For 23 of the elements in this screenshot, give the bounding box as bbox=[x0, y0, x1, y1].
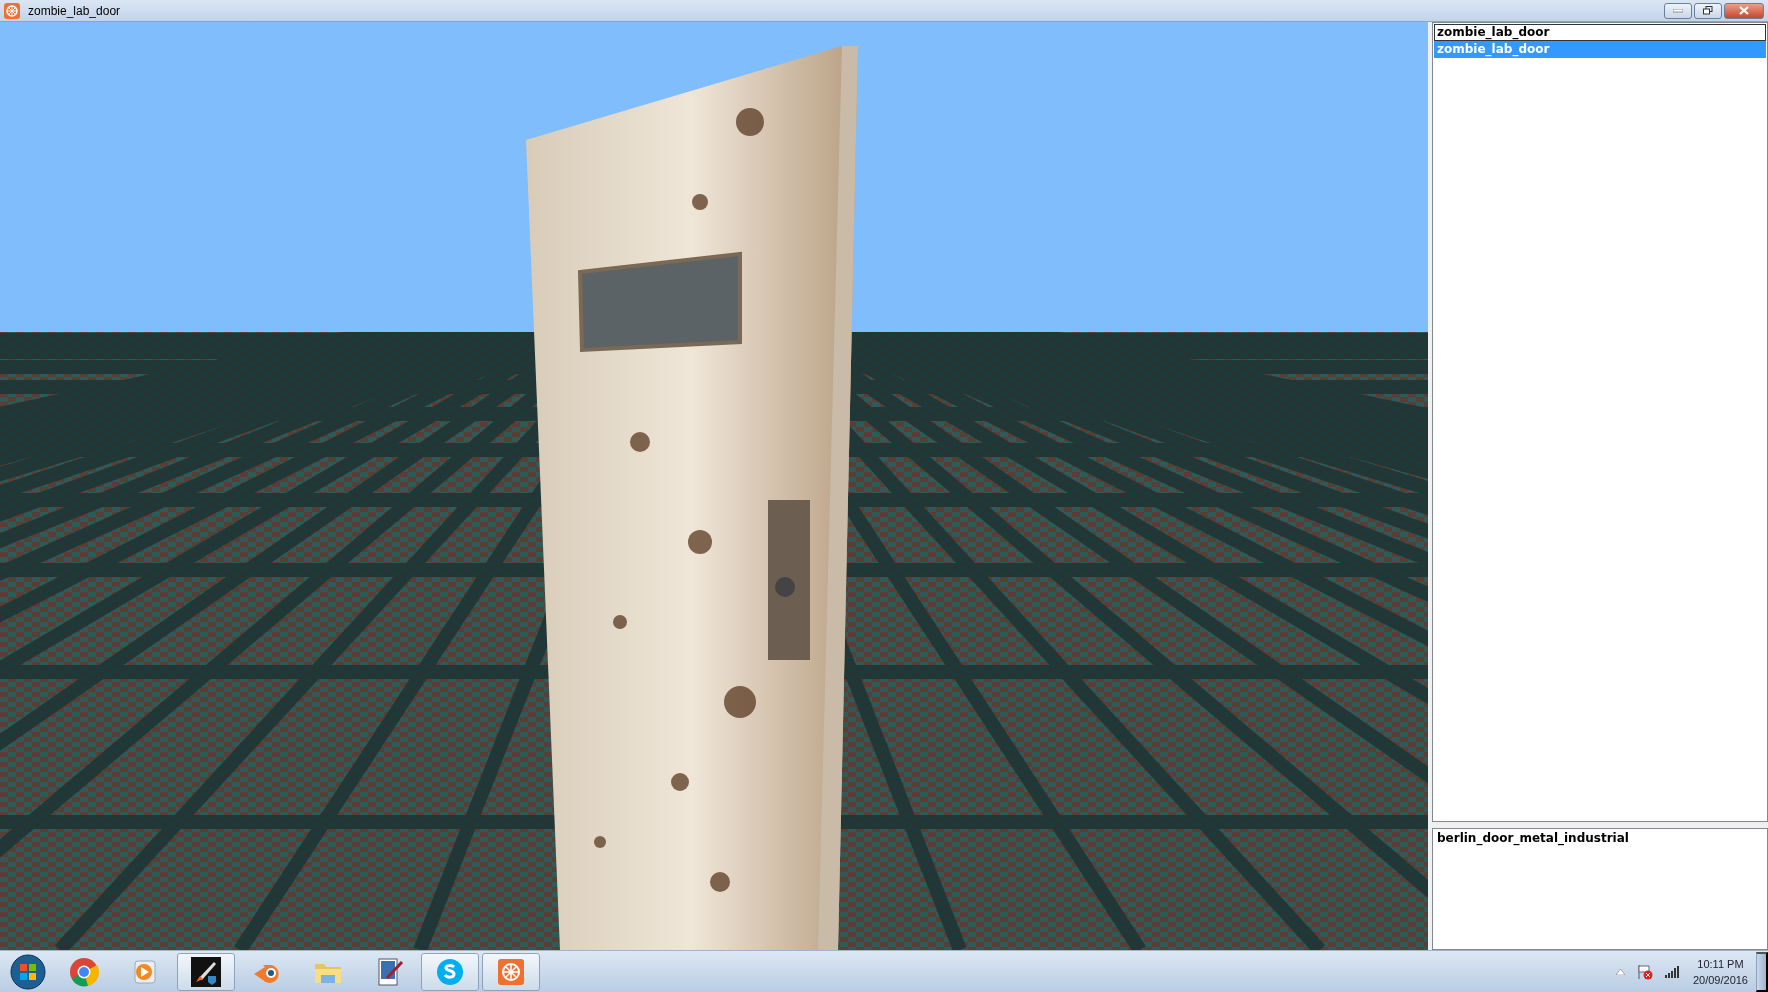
app-icon bbox=[4, 2, 20, 19]
ring-icon bbox=[68, 955, 100, 988]
3d-viewport[interactable] bbox=[0, 22, 1428, 950]
list-item[interactable]: berlin_door_metal_industrial bbox=[1434, 830, 1766, 847]
rocket-icon bbox=[190, 955, 222, 988]
taskbar-button[interactable] bbox=[177, 952, 235, 991]
signal-icon[interactable] bbox=[1664, 965, 1681, 978]
object-list[interactable]: zombie_lab_door zombie_lab_door bbox=[1432, 22, 1768, 822]
flag-icon[interactable] bbox=[1636, 963, 1653, 980]
clock-time: 10:11 PM bbox=[1697, 956, 1744, 972]
close-icon bbox=[1739, 6, 1749, 15]
close-button[interactable] bbox=[1724, 2, 1764, 19]
show-desktop-button[interactable] bbox=[1756, 951, 1768, 992]
restore-button[interactable] bbox=[1694, 2, 1722, 19]
texture-list[interactable]: berlin_door_metal_industrial bbox=[1432, 828, 1768, 950]
caret-up-icon[interactable] bbox=[1615, 968, 1625, 975]
minimize-button[interactable] bbox=[1664, 2, 1692, 19]
start-orb-icon bbox=[10, 953, 46, 990]
minimize-icon bbox=[1673, 8, 1683, 13]
clock-date: 20/09/2016 bbox=[1692, 972, 1748, 988]
list-item[interactable]: zombie_lab_door bbox=[1434, 24, 1766, 41]
window-title: zombie_lab_door bbox=[28, 3, 122, 18]
restore-icon bbox=[1703, 6, 1713, 15]
